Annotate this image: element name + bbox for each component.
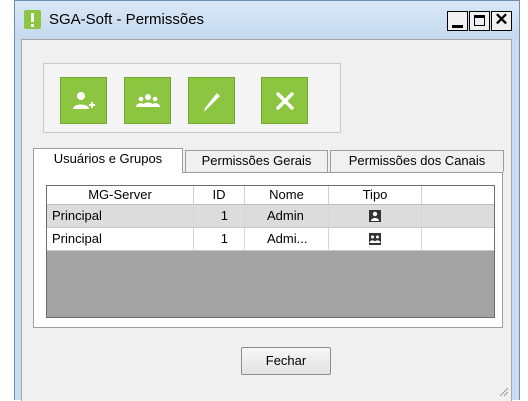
- maximize-button[interactable]: [469, 11, 490, 31]
- cell-id: 1: [194, 228, 245, 251]
- toolbar: [43, 63, 341, 133]
- cell-id: 1: [194, 205, 245, 228]
- window-title: SGA-Soft - Permissões: [49, 11, 205, 28]
- add-group-button[interactable]: [124, 77, 171, 124]
- group-icon: [136, 94, 160, 107]
- close-icon: ✕: [494, 10, 509, 29]
- cell-name: Admi...: [245, 228, 329, 251]
- tab-permissoes-canais[interactable]: Permissões dos Canais: [330, 150, 504, 172]
- minimize-icon: [452, 25, 463, 28]
- user-icon: [369, 210, 381, 222]
- column-header-nome[interactable]: Nome: [245, 186, 329, 205]
- cell-name: Admin: [245, 205, 329, 228]
- users-grid[interactable]: MG-Server ID Nome Tipo Principal 1 Admin: [46, 185, 495, 318]
- cell-type: [329, 205, 422, 228]
- add-user-icon: [73, 92, 95, 109]
- resize-grip-icon[interactable]: [497, 385, 509, 397]
- column-header-tipo[interactable]: Tipo: [329, 186, 422, 205]
- tab-permissoes-gerais[interactable]: Permissões Gerais: [185, 150, 328, 172]
- add-user-button[interactable]: [60, 77, 107, 124]
- minimize-button[interactable]: [447, 11, 468, 31]
- pencil-icon: [204, 93, 220, 112]
- delete-x-icon: [276, 92, 294, 110]
- cell-type: [329, 228, 422, 251]
- app-icon: [24, 10, 41, 29]
- delete-button[interactable]: [261, 77, 308, 124]
- cell-server: Principal: [47, 228, 194, 251]
- permissions-window: SGA-Soft - Permissões ✕ Usuários e Grupo…: [14, 0, 520, 401]
- tab-panel: MG-Server ID Nome Tipo Principal 1 Admin: [33, 172, 503, 328]
- table-row[interactable]: Principal 1 Admin: [47, 205, 494, 228]
- client-area: Usuários e Grupos Permissões Gerais Perm…: [21, 39, 512, 401]
- group-icon: [369, 233, 381, 245]
- close-window-button[interactable]: ✕: [491, 11, 512, 31]
- fechar-button[interactable]: Fechar: [241, 347, 331, 375]
- grid-header: MG-Server ID Nome Tipo: [47, 186, 494, 205]
- column-header-id[interactable]: ID: [194, 186, 245, 205]
- tab-strip: Usuários e Grupos Permissões Gerais Perm…: [33, 148, 511, 173]
- cell-server: Principal: [47, 205, 194, 228]
- tab-usuarios-grupos[interactable]: Usuários e Grupos: [33, 148, 183, 173]
- edit-button[interactable]: [188, 77, 235, 124]
- column-header-mg-server[interactable]: MG-Server: [47, 186, 194, 205]
- table-row[interactable]: Principal 1 Admi...: [47, 228, 494, 251]
- title-bar[interactable]: SGA-Soft - Permissões ✕: [15, 1, 519, 39]
- maximize-icon: [474, 15, 485, 26]
